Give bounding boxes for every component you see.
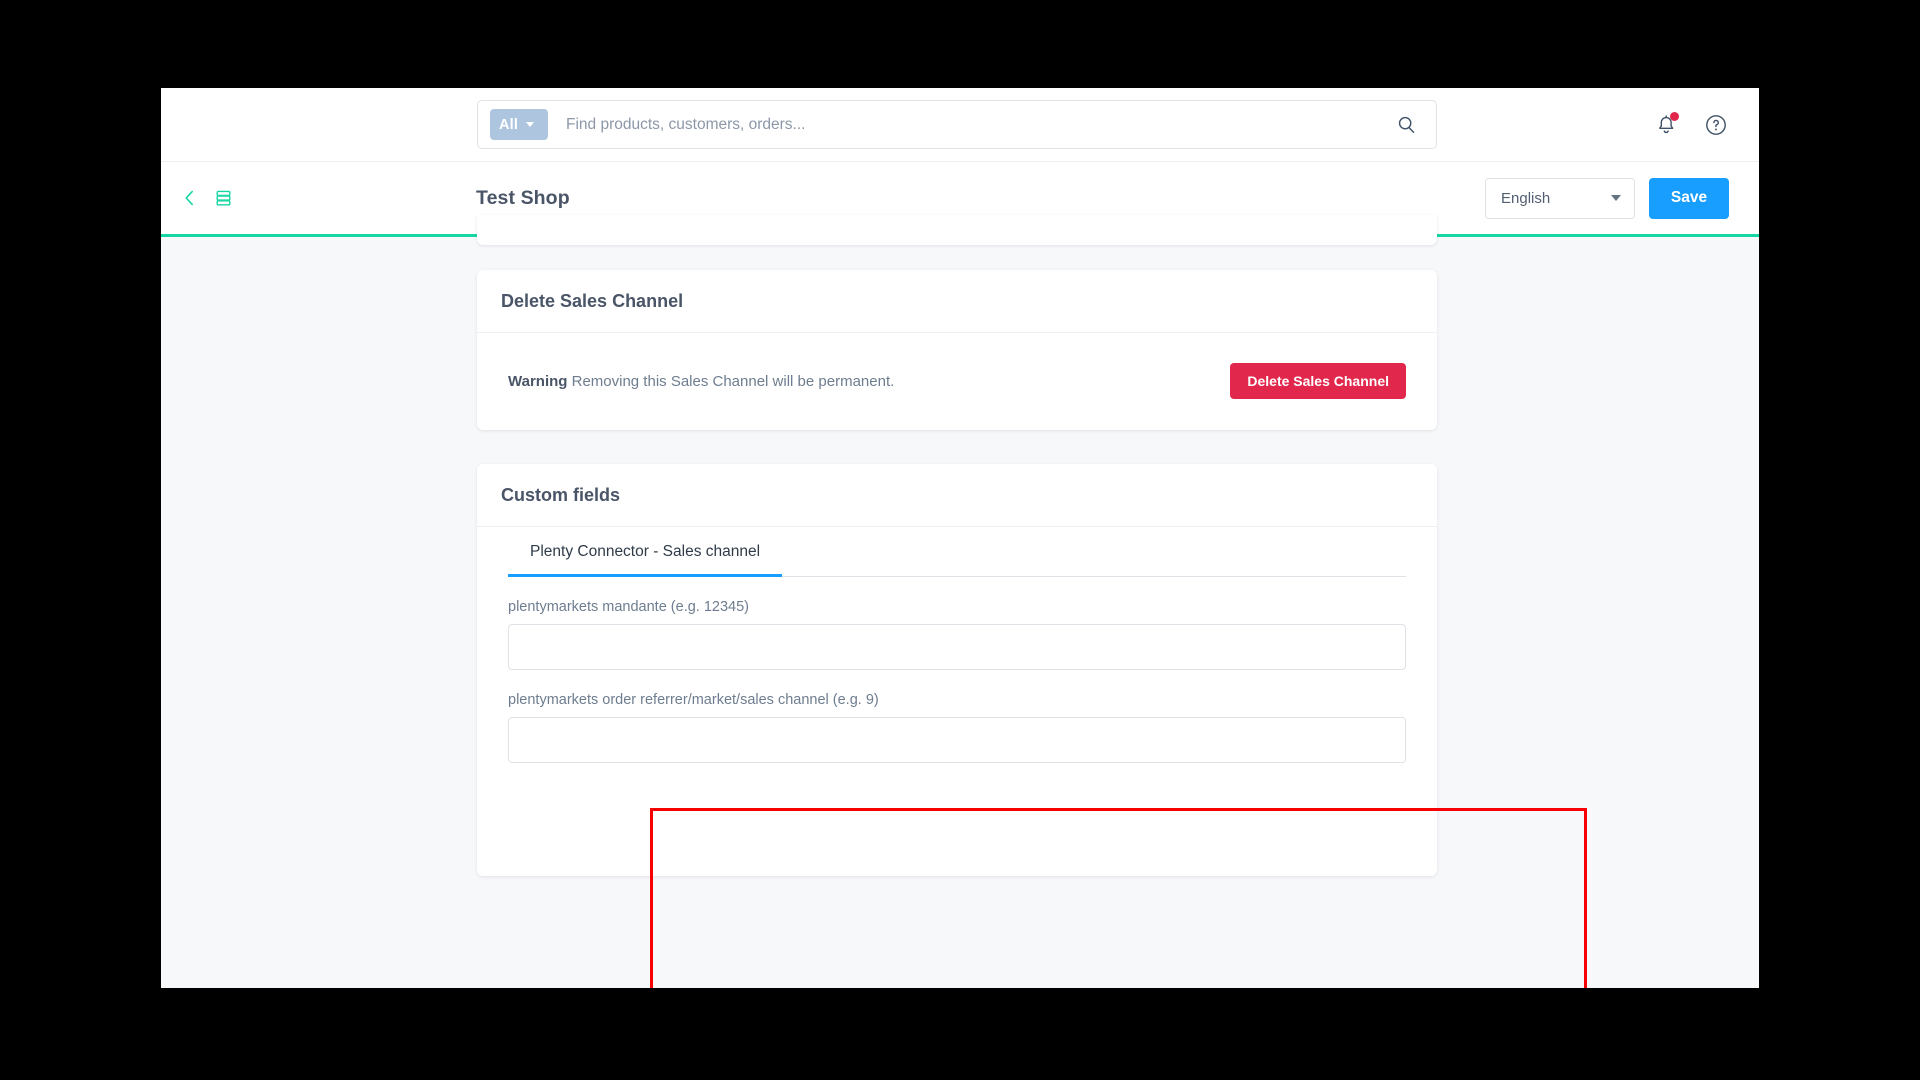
header-left-actions xyxy=(181,188,233,208)
question-circle-icon[interactable] xyxy=(1703,112,1729,138)
warning-message: Removing this Sales Channel will be perm… xyxy=(571,372,895,390)
page-title: Test Shop xyxy=(476,186,570,209)
chevron-left-icon[interactable] xyxy=(181,188,198,208)
language-dropdown-value: English xyxy=(1501,189,1551,207)
global-search-bar[interactable]: All xyxy=(477,100,1437,149)
global-top-bar: All xyxy=(161,88,1759,161)
notification-badge-dot xyxy=(1670,111,1679,121)
search-icon[interactable] xyxy=(1394,113,1418,137)
layers-stack-icon[interactable] xyxy=(214,188,233,208)
save-button[interactable]: Save xyxy=(1649,177,1729,219)
delete-card-body: Warning Removing this Sales Channel will… xyxy=(477,333,1437,429)
delete-card-title: Delete Sales Channel xyxy=(501,290,684,311)
input-plentymarkets-mandante[interactable] xyxy=(508,624,1406,670)
header-right-actions: English Save xyxy=(1485,177,1729,219)
custom-fields-form: plentymarkets mandante (e.g. 12345) plen… xyxy=(508,577,1406,763)
field-group-mandante: plentymarkets mandante (e.g. 12345) xyxy=(508,599,1406,670)
delete-sales-channel-card: Delete Sales Channel Warning Removing th… xyxy=(477,270,1437,430)
bell-icon[interactable] xyxy=(1654,111,1680,138)
page-content: Delete Sales Channel Warning Removing th… xyxy=(161,215,1759,988)
delete-sales-channel-button[interactable]: Delete Sales Channel xyxy=(1230,363,1406,399)
chevron-down-icon xyxy=(1611,195,1621,201)
chevron-down-icon xyxy=(526,122,535,127)
custom-fields-card-header: Custom fields xyxy=(477,464,1437,527)
app-viewport: All Find products, customers, orders... … xyxy=(161,88,1759,988)
language-dropdown[interactable]: English xyxy=(1485,177,1635,219)
delete-card-row: Warning Removing this Sales Channel will… xyxy=(501,333,1413,429)
custom-fields-card-title: Custom fields xyxy=(501,484,621,505)
tab-plenty-connector-sales-channel[interactable]: Plenty Connector - Sales channel xyxy=(508,527,783,577)
delete-card-header: Delete Sales Channel xyxy=(477,270,1437,333)
search-scope-label: All xyxy=(499,116,519,133)
top-bar-actions xyxy=(1654,111,1729,138)
search-scope-dropdown[interactable]: All xyxy=(490,109,548,140)
custom-fields-tab-bar: Plenty Connector - Sales channel xyxy=(508,527,1406,577)
warning-label: Warning xyxy=(508,372,568,390)
previous-settings-card xyxy=(477,215,1437,245)
label-plentymarkets-mandante: plentymarkets mandante (e.g. 12345) xyxy=(508,599,749,615)
custom-fields-card: Custom fields Plenty Connector - Sales c… xyxy=(477,464,1437,876)
label-plentymarkets-order-referrer: plentymarkets order referrer/market/sale… xyxy=(508,692,879,708)
field-group-order-referrer: plentymarkets order referrer/market/sale… xyxy=(508,692,1406,763)
delete-warning-text: Warning Removing this Sales Channel will… xyxy=(508,373,894,390)
input-plentymarkets-order-referrer[interactable] xyxy=(508,717,1406,763)
search-input[interactable] xyxy=(566,115,1394,134)
